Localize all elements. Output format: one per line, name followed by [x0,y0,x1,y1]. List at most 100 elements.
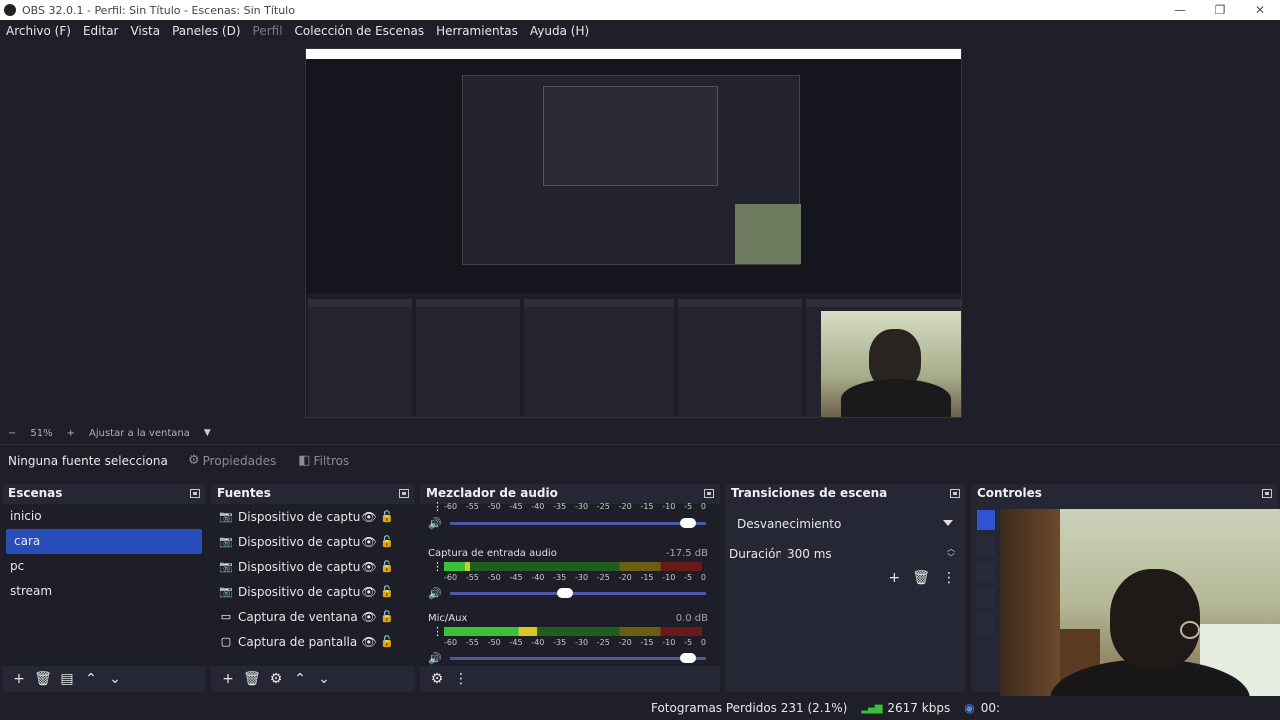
minimize-button[interactable]: — [1160,0,1200,20]
move-up-icon[interactable]: ⌃ [80,671,102,687]
source-item[interactable]: 📷 Dispositivo de captura d 👁 🔓 [211,529,415,554]
transition-selected: Desvanecimiento [737,517,842,531]
source-item[interactable]: 📷 Dispositivo de captura d 👁 🔓 [211,554,415,579]
volume-slider[interactable] [450,587,706,598]
properties-button[interactable]: ⚙ Propiedades [188,453,276,468]
scene-item-inicio[interactable]: inicio [2,504,206,529]
lock-icon[interactable]: 🔓 [378,560,396,573]
menu-perfil[interactable]: Perfil [253,24,283,38]
trash-icon[interactable]: 🗑 [912,570,930,586]
channel-menu-icon[interactable]: ⋮ [432,560,443,573]
filter-icon: ◧ [298,453,311,468]
mixer-menu-icon[interactable]: ⋮ [450,671,472,687]
volume-slider-handle[interactable] [556,587,573,598]
studio-mode-button[interactable] [977,588,995,608]
duration-field[interactable]: 300 ms ︿ ﹀ [781,542,961,566]
add-scene-button[interactable]: + [8,671,30,687]
eye-icon[interactable]: 👁 [360,535,378,549]
volume-slider[interactable] [450,517,706,528]
mixer-tick-label: -10 [662,638,676,647]
add-source-button[interactable]: + [217,671,239,687]
gear-icon[interactable]: ⚙ [265,671,287,687]
mixer-channel-mic: Mic/Aux 0.0 dB ⋮ -60 -55 -50 -45 -40 -35 -30 -2… [420,609,720,674]
volume-slider-handle[interactable] [679,652,696,663]
maximize-button[interactable]: ❐ [1200,0,1240,20]
zoom-in-button[interactable]: + [67,428,75,439]
chevron-down-icon[interactable]: ▼ [204,428,211,438]
mixer-tick-label: -25 [596,573,610,582]
volume-slider-handle[interactable] [679,517,696,528]
sources-toolbar: + 🗑 ⚙ ⌃ ⌄ [211,666,415,692]
camera-icon: 📷 [219,510,233,523]
eye-icon[interactable]: 👁 [360,635,378,649]
dropped-frames-text: Fotogramas Perdidos 231 (2.1%) [650,701,848,715]
filters-button[interactable]: ◧ Filtros [298,453,349,468]
settings-button[interactable] [977,614,995,634]
menu-paneles[interactable]: Paneles (D) [172,24,240,38]
scene-filters-icon[interactable]: ▤ [56,671,78,687]
menu-archivo[interactable]: Archivo (F) [6,24,71,38]
volume-slider[interactable] [450,652,706,663]
virtual-camera-button[interactable] [977,562,995,582]
start-streaming-button[interactable] [977,510,995,530]
channel-menu-icon[interactable]: ⋮ [432,500,443,513]
lock-icon[interactable]: 🔓 [378,610,396,623]
zoom-fit-select[interactable]: Ajustar a la ventana [89,428,190,439]
channel-db: 0.0 dB [675,613,708,624]
transition-select[interactable]: Desvanecimiento [731,512,959,536]
mixer-dock-header: Mezclador de audio [420,484,720,502]
channel-name: Mic/Aux [428,613,468,624]
undock-icon[interactable] [399,488,409,498]
menu-ayuda[interactable]: Ayuda (H) [530,24,589,38]
no-source-label: Ninguna fuente selecciona [8,453,168,468]
advanced-audio-icon[interactable]: ⚙ [426,671,448,687]
level-meter [444,562,702,571]
move-down-icon[interactable]: ⌄ [313,671,335,687]
source-item[interactable]: ▭ Captura de ventana 👁 🔓 [211,604,415,629]
undock-icon[interactable] [950,488,960,498]
scene-item-pc[interactable]: pc [2,554,206,579]
scene-item-cara[interactable]: cara [6,529,202,554]
speaker-icon[interactable]: 🔊 [428,652,444,665]
speaker-icon[interactable]: 🔊 [428,517,444,530]
close-button[interactable]: ✕ [1240,0,1280,20]
add-transition-button[interactable]: + [888,570,900,586]
spinner-arrows-icon[interactable]: ︿ ﹀ [947,544,955,562]
undock-icon[interactable] [704,488,714,498]
mixer-channels: -60 -55 -50 -45 -40 -35 -30 -25 -20 -15 -10 -5 0 ⋮ 🔊… [420,500,720,666]
menu-coleccion-escenas[interactable]: Colección de Escenas [295,24,425,38]
lock-icon[interactable]: 🔓 [378,635,396,648]
lock-icon[interactable]: 🔓 [378,510,396,523]
eye-icon[interactable]: 👁 [360,610,378,624]
source-item[interactable]: 📷 Dispositivo de captura d 👁 🔓 [211,504,415,529]
menu-editar[interactable]: Editar [83,24,119,38]
speaker-icon[interactable]: 🔊 [428,587,444,600]
eye-icon[interactable]: 👁 [360,510,378,524]
properties-label: Propiedades [202,453,277,468]
eye-icon[interactable]: 👁 [360,560,378,574]
trash-icon[interactable]: 🗑 [241,671,263,687]
duration-row: Duración 300 ms ︿ ﹀ [729,542,961,566]
undock-icon[interactable] [1262,488,1272,498]
menu-vista[interactable]: Vista [130,24,160,38]
lock-icon[interactable]: 🔓 [378,535,396,548]
move-down-icon[interactable]: ⌄ [104,671,126,687]
undock-icon[interactable] [190,488,200,498]
program-preview[interactable] [305,48,962,418]
menu-herramientas[interactable]: Herramientas [436,24,518,38]
eye-icon[interactable]: 👁 [360,585,378,599]
source-item[interactable]: ▢ Captura de pantalla 2 👁 🔓 [211,629,415,654]
mixer-tick-label: -40 [531,638,545,647]
lock-icon[interactable]: 🔓 [378,585,396,598]
move-up-icon[interactable]: ⌃ [289,671,311,687]
zoom-out-button[interactable]: − [8,428,16,439]
mixer-tick-label: -40 [531,573,545,582]
trash-icon[interactable]: 🗑 [32,671,54,687]
scene-item-stream[interactable]: stream [2,579,206,604]
transition-menu-icon[interactable]: ⋮ [942,570,956,586]
channel-menu-icon[interactable]: ⋮ [432,625,443,638]
mixer-tick-label: -55 [465,573,479,582]
source-item[interactable]: 📷 Dispositivo de captura d 👁 🔓 [211,579,415,604]
context-bar: Ninguna fuente selecciona ⚙ Propiedades … [0,444,1280,476]
start-recording-button[interactable] [977,536,995,556]
